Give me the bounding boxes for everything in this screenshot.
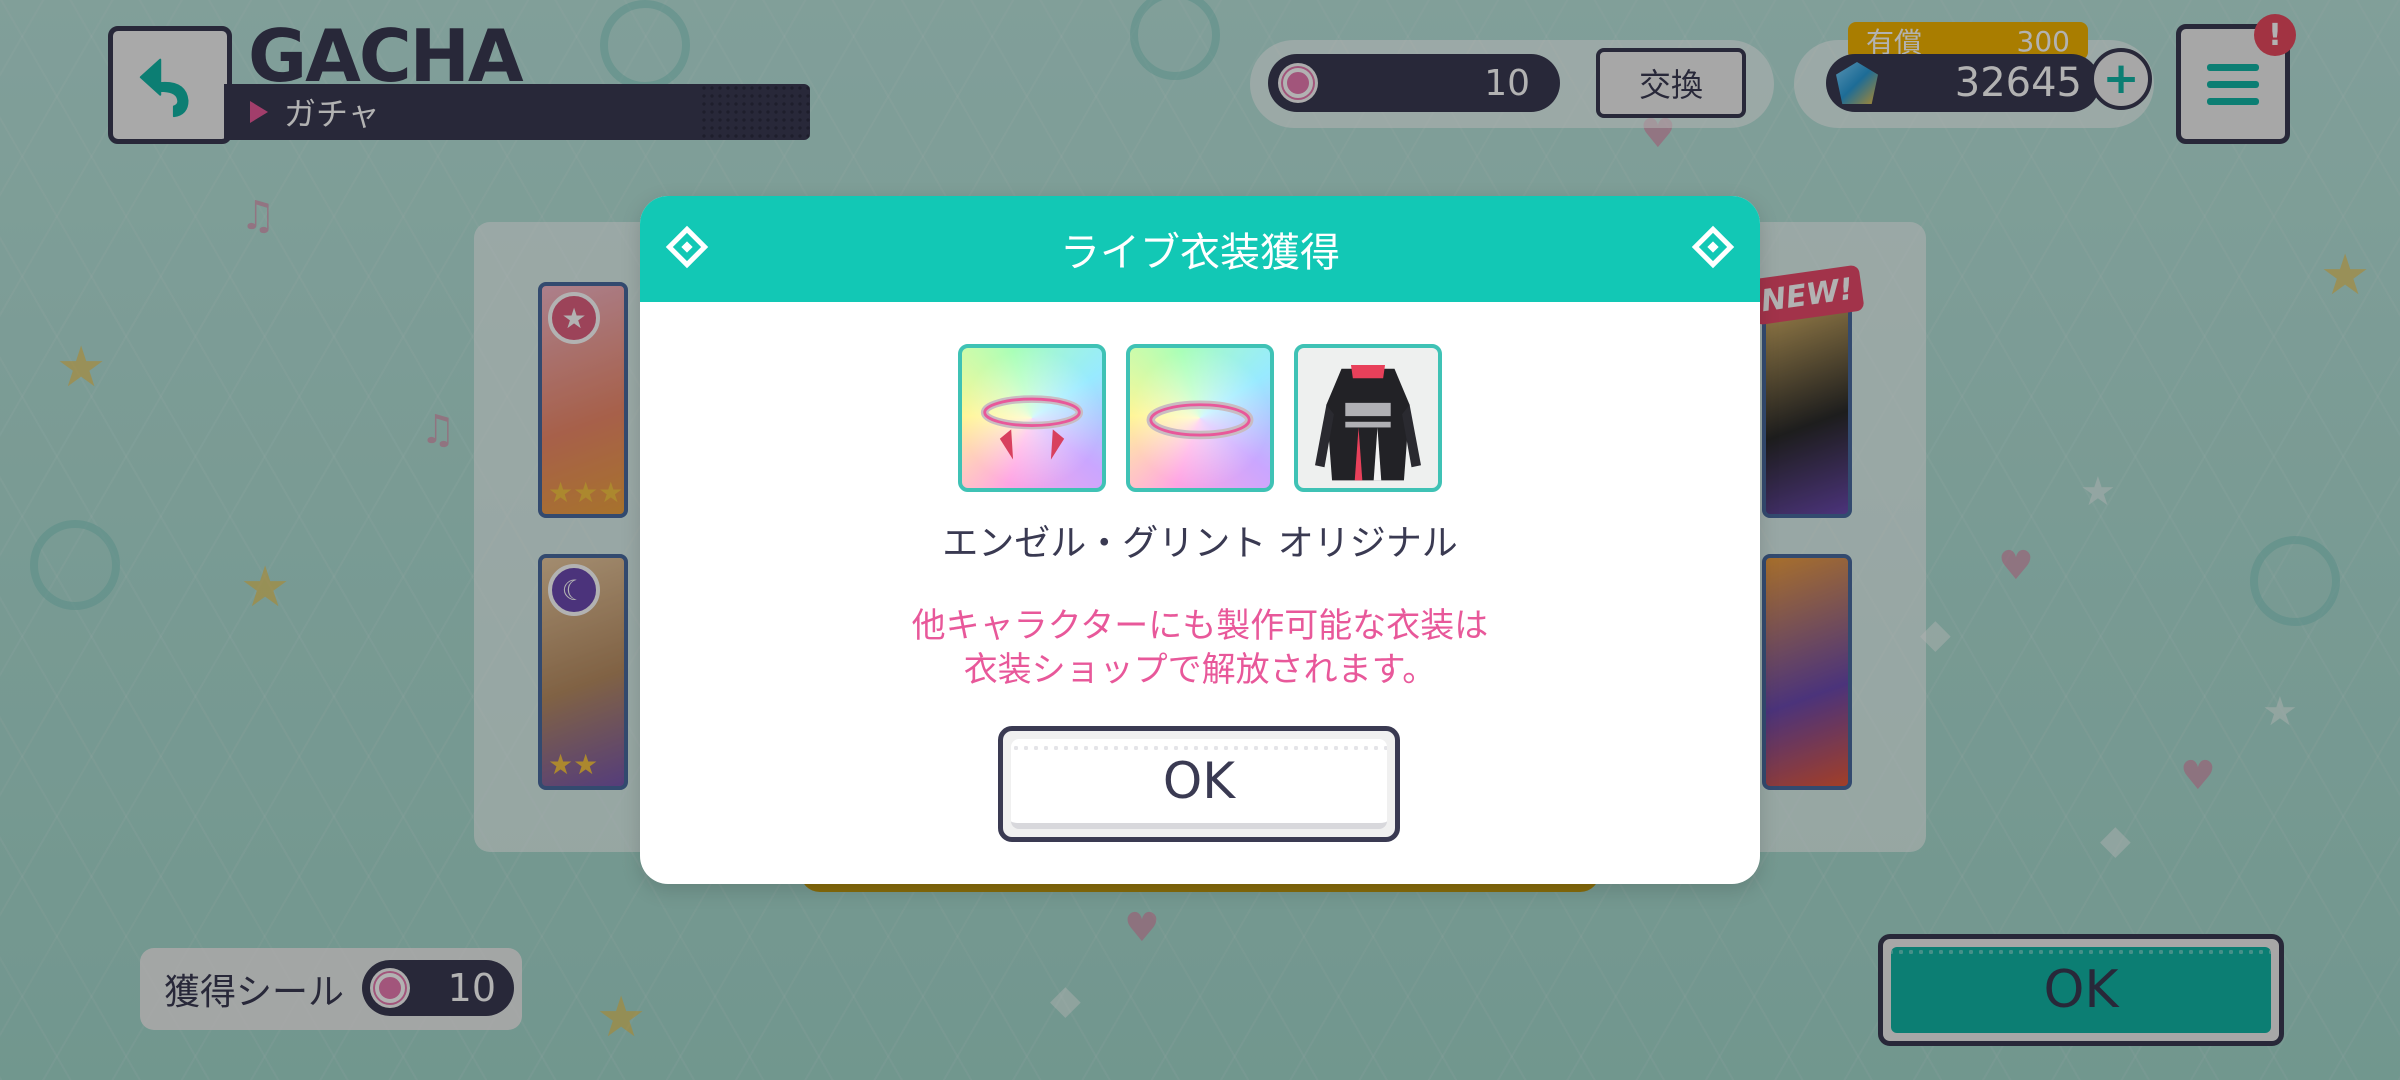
diamond-icon xyxy=(1691,225,1735,269)
halo-ring-icon xyxy=(1146,400,1254,440)
notice-line-2: 衣装ショップで解放されます。 xyxy=(963,650,1437,690)
costume-name: エンゼル・グリント オリジナル xyxy=(942,523,1458,564)
dialog-header: ライブ衣装獲得 xyxy=(640,196,1760,302)
dialog-ok-button[interactable]: OK xyxy=(998,726,1400,842)
costume-item-outfit[interactable] xyxy=(1294,344,1442,492)
costume-acquired-dialog: ライブ衣装獲得 エンゼル・グリント オリジナル 他キャラクターにも製作可能な衣装… xyxy=(640,196,1760,884)
costume-item-halo[interactable] xyxy=(1126,344,1274,492)
halo-accessory-icon xyxy=(980,395,1084,460)
costume-item-hair-accessory[interactable] xyxy=(958,344,1106,492)
diamond-icon xyxy=(665,225,709,269)
notice-line-1: 他キャラクターにも製作可能な衣装は xyxy=(911,606,1489,646)
jacket-outfit-icon xyxy=(1315,365,1421,481)
dialog-title: ライブ衣装獲得 xyxy=(1060,230,1340,276)
costume-notice: 他キャラクターにも製作可能な衣装は 衣装ショップで解放されます。 xyxy=(640,604,1760,692)
costume-items xyxy=(958,344,1442,492)
dialog-ok-label: OK xyxy=(1011,739,1387,829)
